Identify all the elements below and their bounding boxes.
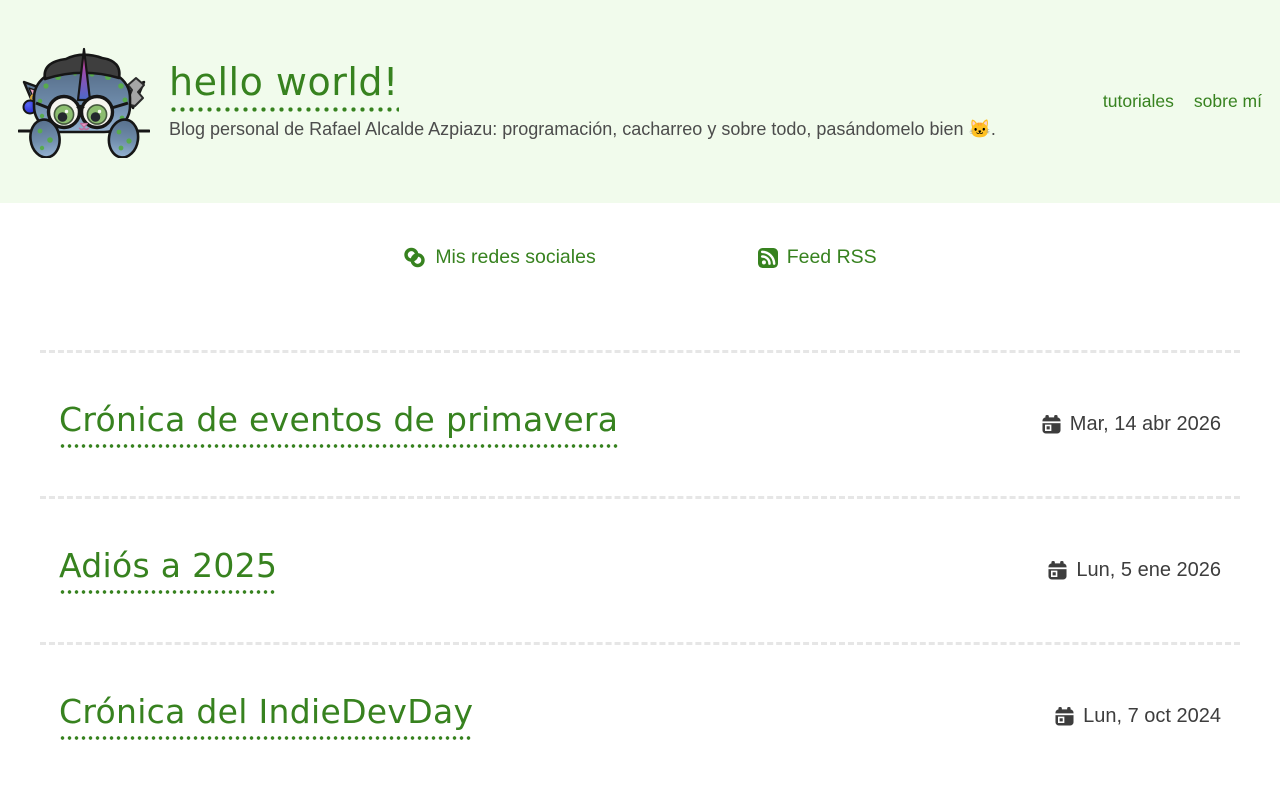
- post-date-text: Mar, 14 abr 2026: [1069, 412, 1221, 435]
- post-date: Lun, 5 ene 2026: [1048, 559, 1221, 582]
- mascot-logo-icon: [17, 47, 151, 159]
- post-title-link[interactable]: Crónica del IndieDevDay: [59, 692, 474, 740]
- calendar-icon: [1048, 560, 1067, 580]
- main-nav: tutoriales sobre mí: [1103, 91, 1262, 112]
- post-date: Lun, 7 oct 2024: [1055, 705, 1221, 728]
- post-date-text: Lun, 5 ene 2026: [1076, 558, 1221, 581]
- rss-feed-label: Feed RSS: [786, 246, 877, 268]
- page: hello world! Blog personal de Rafael Alc…: [0, 0, 1280, 788]
- post-title-link[interactable]: Crónica de eventos de primavera: [59, 401, 619, 448]
- post-item: Crónica del IndieDevDay Lun, 7 oct 2024: [40, 641, 1240, 788]
- post-title-link[interactable]: Adiós a 2025: [59, 546, 278, 594]
- post-date: Mar, 14 abr 2026: [1042, 413, 1221, 436]
- brand: hello world! Blog personal de Rafael Alc…: [17, 46, 996, 159]
- link-icon: [404, 247, 426, 268]
- site-title: hello world!: [169, 63, 996, 112]
- nav-link-tutoriales[interactable]: tutoriales: [1103, 91, 1174, 112]
- site-header: hello world! Blog personal de Rafael Alc…: [0, 0, 1280, 203]
- post-list: Crónica de eventos de primavera Mar, 14 …: [40, 350, 1240, 788]
- brand-text: hello world! Blog personal de Rafael Alc…: [169, 63, 996, 140]
- rss-feed-link[interactable]: Feed RSS: [757, 246, 877, 269]
- social-links-label: Mis redes sociales: [435, 246, 596, 268]
- site-subtitle: Blog personal de Rafael Alcalde Azpiazu:…: [169, 119, 996, 139]
- nav-link-sobre-mi[interactable]: sobre mí: [1194, 91, 1262, 112]
- post-date-text: Lun, 7 oct 2024: [1083, 704, 1221, 727]
- calendar-icon: [1055, 706, 1074, 726]
- rss-icon: [757, 247, 778, 268]
- post-item: Crónica de eventos de primavera Mar, 14 …: [40, 350, 1240, 496]
- social-links-link[interactable]: Mis redes sociales: [403, 246, 596, 269]
- site-title-link[interactable]: hello world!: [169, 63, 399, 112]
- site-logo-link[interactable]: [17, 46, 151, 159]
- quick-links: Mis redes sociales Feed RSS: [0, 246, 1280, 269]
- post-item: Adiós a 2025 Lun, 5 ene 2026: [40, 495, 1240, 642]
- calendar-icon: [1042, 414, 1061, 434]
